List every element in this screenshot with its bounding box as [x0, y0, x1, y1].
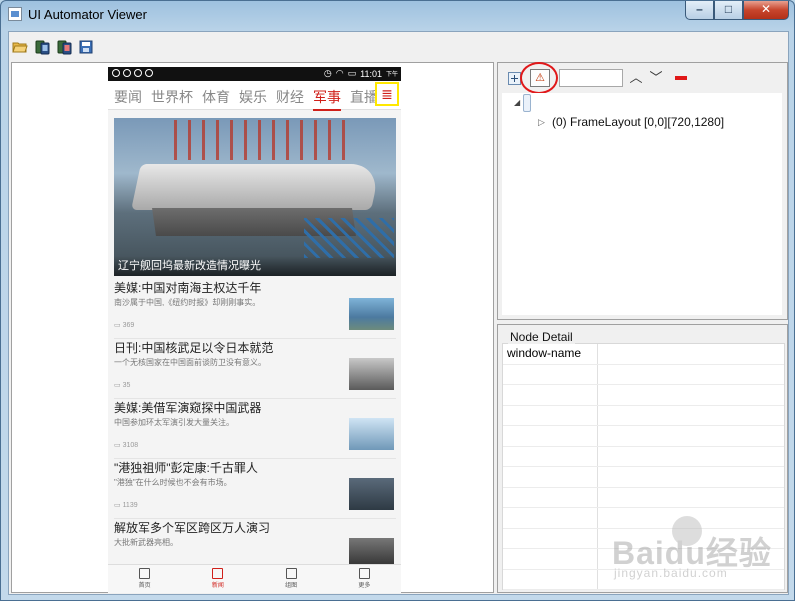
clear-search-icon[interactable]: [675, 76, 687, 80]
node-search-input[interactable]: [559, 69, 623, 87]
hero-scaffold: [304, 218, 394, 258]
channel-tab[interactable]: 世界杯: [151, 87, 193, 111]
channel-tab[interactable]: 体育: [202, 87, 230, 111]
usb-icon: [123, 69, 131, 77]
news-thumbnail: [349, 358, 394, 390]
node-detail-label: Node Detail: [508, 330, 575, 344]
news-icon: [212, 568, 224, 579]
notification-icon: [112, 69, 120, 77]
comment-count: ▭ 1139: [114, 502, 138, 509]
tab-home[interactable]: 首页: [108, 565, 181, 593]
table-row: [503, 487, 784, 508]
phone-status-bar: ◷ ◠ ▭ 11:01 下午: [108, 67, 401, 81]
table-row[interactable]: window-name: [503, 344, 784, 365]
comment-count: ▭ 369: [114, 322, 135, 329]
baidu-watermark: Baidu经验 jingyan.baidu.com: [584, 516, 784, 596]
channel-menu-icon[interactable]: ≣: [375, 82, 399, 106]
image-icon: [285, 568, 297, 579]
title-bar[interactable]: UI Automator Viewer – □ ✕: [1, 1, 794, 29]
channel-bar: 要闻 世界杯 体育 娱乐 财经 军事 直播 ≣: [108, 81, 401, 111]
hero-ship-deck: [131, 164, 381, 210]
main-toolbar: [11, 38, 94, 58]
channel-tab-active[interactable]: 军事: [313, 87, 341, 111]
table-row: [503, 446, 784, 467]
expand-root-icon[interactable]: ◢: [514, 98, 520, 107]
battery-icon: ▭: [347, 68, 357, 78]
wifi-icon: ◠: [335, 68, 344, 78]
news-summary: 大批新武器亮相。: [114, 538, 178, 547]
hero-cranes: [174, 120, 354, 160]
list-item[interactable]: 日刊:中国核武足以令日本就范 一个无核国家在中国面前谈防卫没有意义。 ▭ 35: [114, 339, 396, 399]
hierarchy-tree[interactable]: ◢ ▷ (0) FrameLayout [0,0][720,1280]: [502, 93, 782, 315]
tab-news[interactable]: 新闻: [181, 565, 254, 593]
next-match-icon[interactable]: ﹀: [649, 71, 663, 85]
tree-root-node[interactable]: [523, 94, 531, 112]
tab-more[interactable]: 更多: [328, 565, 401, 593]
maximize-button[interactable]: □: [714, 1, 743, 20]
news-title: 解放军多个军区跨区万人演习: [114, 521, 271, 535]
hierarchy-pane: ⚠ ︿ ﹀ ◢ ▷ (0) FrameLayout [0,0][720,1280…: [497, 62, 788, 320]
news-thumbnail: [349, 298, 394, 330]
home-icon: [139, 568, 151, 579]
channel-tab[interactable]: 要闻: [114, 87, 142, 111]
open-folder-icon[interactable]: [11, 38, 28, 55]
save-icon[interactable]: [77, 38, 94, 55]
table-row: [503, 405, 784, 426]
comment-count: ▭ 3108: [114, 442, 139, 449]
window-title: UI Automator Viewer: [28, 7, 147, 22]
news-thumbnail: [349, 418, 394, 450]
status-time: 11:01: [360, 68, 382, 79]
tree-node[interactable]: (0) FrameLayout [0,0][720,1280]: [552, 115, 724, 129]
clipboard-icon: [145, 69, 153, 77]
news-summary: 南沙属于中国,《纽约时报》却刚刚事实。: [114, 298, 261, 307]
comment-count: ▭ 35: [114, 382, 131, 389]
list-item[interactable]: 美媒:美借军演窥探中国武器 中国参加环太军演引发大量关注。 ▭ 3108: [114, 399, 396, 459]
detail-key: window-name: [503, 344, 598, 364]
table-row: [503, 364, 784, 385]
highlight-annotation-circle: [520, 62, 558, 94]
device-screenshot-icon[interactable]: [33, 38, 50, 55]
list-item[interactable]: 美媒:中国对南海主权达千年 南沙属于中国,《纽约时报》却刚刚事实。 ▭ 369: [114, 279, 396, 339]
channel-tab[interactable]: 直播: [350, 87, 378, 111]
previous-match-icon[interactable]: ︿: [629, 71, 643, 85]
app-icon: [8, 7, 22, 21]
list-item[interactable]: "港独祖师"彭定康:千古罪人 "港独"在什么时候也不会有市场。 ▭ 1139: [114, 459, 396, 519]
expand-node-icon[interactable]: ▷: [538, 117, 545, 128]
hierarchy-toolbar: ⚠ ︿ ﹀: [508, 62, 687, 94]
news-list: 美媒:中国对南海主权达千年 南沙属于中国,《纽约时报》却刚刚事实。 ▭ 369 …: [114, 279, 396, 578]
app-window: UI Automator Viewer – □ ✕ ◷ ◠ ▭ 11:01 下午…: [0, 0, 795, 601]
client-area: ◷ ◠ ▭ 11:01 下午 要闻 世界杯 体育 娱乐 财经 军事 直播 ≣ 辽…: [8, 31, 789, 595]
hero-image[interactable]: 辽宁舰回坞最新改造情况曝光: [114, 118, 396, 276]
table-row: [503, 385, 784, 406]
bottom-tab-bar: 首页 新闻 组图 更多: [108, 564, 401, 593]
channel-tab[interactable]: 娱乐: [239, 87, 267, 111]
status-ampm: 下午: [385, 72, 398, 78]
news-title: 美媒:中国对南海主权达千年: [114, 281, 262, 295]
news-title: 美媒:美借军演窥探中国武器: [114, 401, 262, 415]
news-summary: "港独"在什么时候也不会有市场。: [114, 478, 232, 487]
grid-icon: [358, 568, 370, 579]
hero-caption: 辽宁舰回坞最新改造情况曝光: [114, 256, 396, 276]
pause-icon: [134, 69, 142, 77]
device-screenshot[interactable]: ◷ ◠ ▭ 11:01 下午 要闻 世界杯 体育 娱乐 财经 军事 直播 ≣ 辽…: [108, 67, 401, 593]
close-button[interactable]: ✕: [743, 1, 789, 20]
watermark-url: jingyan.baidu.com: [614, 566, 728, 580]
minimize-button[interactable]: –: [685, 1, 714, 20]
news-title: "港独祖师"彭定康:千古罪人: [114, 461, 258, 475]
tab-gallery[interactable]: 组图: [255, 565, 328, 593]
news-thumbnail: [349, 478, 394, 510]
alarm-icon: ◷: [323, 68, 332, 78]
channel-tab[interactable]: 财经: [276, 87, 304, 111]
screenshot-pane[interactable]: ◷ ◠ ▭ 11:01 下午 要闻 世界杯 体育 娱乐 财经 军事 直播 ≣ 辽…: [11, 62, 494, 593]
device-screenshot-compressed-icon[interactable]: [55, 38, 72, 55]
news-title: 日刊:中国核武足以令日本就范: [114, 341, 274, 355]
table-row: [503, 426, 784, 447]
detail-value: [598, 344, 784, 364]
news-summary: 中国参加环太军演引发大量关注。: [114, 418, 234, 427]
news-summary: 一个无核国家在中国面前谈防卫没有意义。: [114, 358, 266, 367]
table-row: [503, 467, 784, 488]
